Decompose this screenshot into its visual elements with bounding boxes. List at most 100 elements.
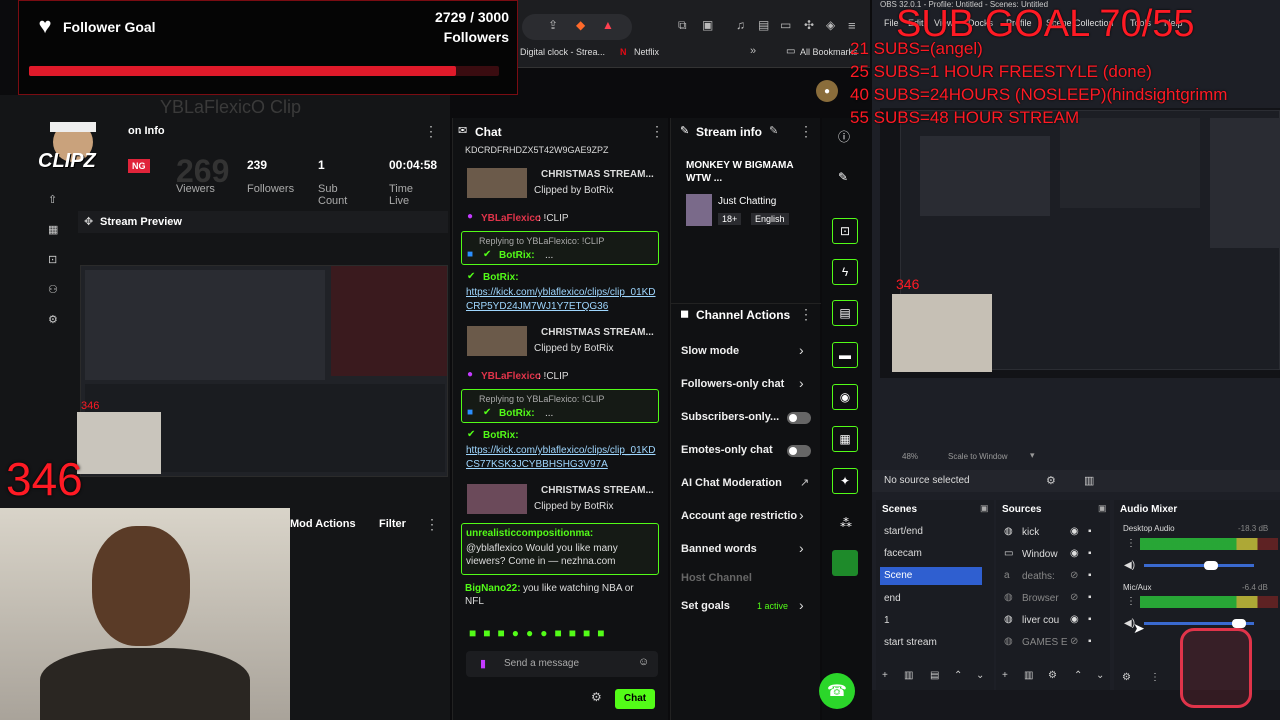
emoji-icon[interactable]: ☺	[638, 656, 649, 668]
stream-info-kebab-icon[interactable]: ⋮	[799, 123, 813, 140]
vpn-icon[interactable]: ◈	[826, 18, 835, 32]
chevron-double-icon[interactable]: »	[750, 45, 756, 57]
scene-scene[interactable]: Scene	[880, 567, 982, 585]
move-up-icon[interactable]: ⌃	[1074, 670, 1082, 681]
add-source-button[interactable]: +	[1002, 670, 1008, 681]
kebab-icon[interactable]: ⋮	[1126, 538, 1136, 549]
source-row[interactable]: ▭ Window ◉ ▪	[1002, 545, 1110, 563]
users-icon[interactable]: ⚇	[48, 283, 58, 296]
lock-icon[interactable]: ▪	[1088, 548, 1092, 559]
category-name[interactable]: Just Chatting	[718, 196, 776, 207]
emotes-only-toggle[interactable]	[787, 445, 811, 457]
drag-handle-icon[interactable]: ✥	[84, 215, 93, 228]
chat-username[interactable]: YBLaFlexico	[481, 370, 541, 383]
flash-tool-button[interactable]: ϟ	[832, 259, 858, 285]
clip-title[interactable]: CHRISTMAS STREAM...	[541, 484, 654, 497]
calendar-icon[interactable]: ▦	[48, 223, 58, 236]
dock-undock-icon[interactable]: ▣	[1098, 503, 1107, 514]
kebab-icon[interactable]: ⋮	[1126, 596, 1136, 607]
edit-icon[interactable]: ✎	[769, 124, 778, 137]
scale-select[interactable]: Scale to Window	[948, 452, 1008, 461]
edit-pencil-icon[interactable]: ✎	[838, 170, 848, 184]
clip-link[interactable]: https://kick.com/yblaflexico/clips/clip_…	[466, 286, 656, 314]
clip-title[interactable]: CHRISTMAS STREAM...	[541, 326, 654, 339]
puzzle-icon[interactable]: ✣	[804, 18, 814, 32]
volume-slider[interactable]	[1144, 561, 1254, 570]
move-down-icon[interactable]: ⌄	[1096, 670, 1104, 681]
source-row[interactable]: ◍ liver cou ◉ ▪	[1002, 611, 1110, 629]
action-followers-only[interactable]: Followers-only chat ›	[671, 374, 821, 396]
scene-1[interactable]: 1	[880, 612, 982, 630]
volume-slider-thumb[interactable]	[1204, 561, 1218, 570]
action-set-goals[interactable]: Set goals 1 active ›	[671, 596, 821, 618]
move-up-icon[interactable]: ⌃	[954, 670, 962, 681]
chat-kebab-icon[interactable]: ⋮	[650, 123, 664, 140]
eye-icon[interactable]: ◉	[1070, 548, 1079, 559]
promo-user[interactable]: unrealisticcompositionma:	[466, 527, 593, 540]
action-slow-mode[interactable]: Slow mode ›	[671, 341, 821, 363]
zoom-level[interactable]: 48%	[902, 452, 918, 461]
source-row[interactable]: ◍ Browser ⊘ ▪	[1002, 589, 1110, 607]
clip-link[interactable]: https://kick.com/yblaflexico/clips/clip_…	[466, 444, 656, 472]
eye-icon[interactable]: ◉	[1070, 614, 1079, 625]
volume-slider-thumb[interactable]	[1232, 619, 1246, 628]
move-down-icon[interactable]: ⌄	[976, 670, 984, 681]
brave-shield-icon[interactable]: ◆	[576, 18, 585, 32]
remove-scene-button[interactable]: ▥	[904, 670, 913, 681]
sidebar-icon[interactable]: ▤	[758, 18, 769, 32]
scene-filter-button[interactable]: ▤	[930, 670, 939, 681]
reply-user[interactable]: BotRix:	[499, 249, 535, 262]
moderation-icon[interactable]: ⊡	[48, 253, 57, 266]
reply-user[interactable]: BotRix:	[499, 407, 535, 420]
action-account-age[interactable]: Account age restrictio ›	[671, 506, 821, 528]
lock-icon[interactable]: ▪	[1088, 570, 1092, 581]
source-filter-icon[interactable]: ▥	[1084, 474, 1094, 487]
notes-tool-button[interactable]: ▤	[832, 300, 858, 326]
session-kebab-icon[interactable]: ⋮	[424, 123, 438, 140]
rewards-icon[interactable]: ▲	[602, 18, 614, 32]
source-row[interactable]: ◍ kick ◉ ▪	[1002, 523, 1110, 541]
channel-actions-kebab-icon[interactable]: ⋮	[799, 306, 813, 323]
mic-icon[interactable]: ▮	[480, 657, 486, 670]
wallet-icon[interactable]: ▣	[702, 18, 713, 32]
bookmark-digital-clock[interactable]: Digital clock - Strea...	[520, 47, 605, 57]
profile-avatar[interactable]: ●	[816, 80, 838, 102]
bot-user[interactable]: BotRix:	[483, 271, 519, 284]
settings-icon[interactable]: ⚙	[48, 313, 58, 326]
wrench-tool-button[interactable]: ✦	[832, 468, 858, 494]
chat-tool-button[interactable]: ▬	[832, 342, 858, 368]
bookmark-netflix[interactable]: Netflix	[634, 47, 659, 57]
add-scene-button[interactable]: +	[882, 670, 888, 681]
eye-off-icon[interactable]: ⊘	[1070, 570, 1078, 581]
emote-icon[interactable]: ■■■●●●■■■■	[469, 626, 611, 640]
clip-thumbnail[interactable]	[467, 326, 527, 356]
share-icon[interactable]: ⇪	[548, 18, 558, 32]
scene-end[interactable]: end	[880, 590, 982, 608]
lock-icon[interactable]: ▪	[1088, 592, 1092, 603]
source-gear-icon[interactable]: ⚙	[1046, 474, 1056, 487]
chat-input[interactable]: ▮ Send a message ☺	[466, 651, 658, 677]
clip-thumbnail[interactable]	[467, 484, 527, 514]
source-properties-icon[interactable]: ⚙	[1048, 670, 1057, 681]
chevron-down-icon[interactable]: ▾	[1030, 450, 1035, 461]
speaker-icon[interactable]: ◀)	[1124, 560, 1135, 571]
app-tile-button[interactable]	[832, 550, 858, 576]
upload-icon[interactable]: ⇧	[48, 193, 57, 206]
clips-tool-button[interactable]: ▦	[832, 426, 858, 452]
lock-icon[interactable]: ▪	[1088, 636, 1092, 647]
eye-icon[interactable]: ◉	[1070, 526, 1079, 537]
remove-source-button[interactable]: ▥	[1024, 670, 1033, 681]
action-ai-moderation[interactable]: AI Chat Moderation ↗	[671, 473, 821, 495]
info-icon[interactable]: ⓘ	[838, 128, 850, 145]
lock-icon[interactable]: ▪	[1088, 614, 1092, 625]
filter-button[interactable]: Filter	[379, 518, 406, 530]
eye-off-icon[interactable]: ⊘	[1070, 636, 1078, 647]
extensions-icon[interactable]: ⧉	[678, 18, 687, 33]
bot-user[interactable]: BotRix:	[483, 429, 519, 442]
clip-title[interactable]: CHRISTMAS STREAM...	[541, 168, 654, 181]
source-row[interactable]: ◍ GAMES E ⊘ ▪	[1002, 633, 1110, 651]
share-nodes-icon[interactable]: ⁂	[840, 516, 852, 530]
lock-icon[interactable]: ▪	[1088, 526, 1092, 537]
dock-undock-icon[interactable]: ▣	[980, 503, 989, 514]
moderation-tool-button[interactable]: ⊡	[832, 218, 858, 244]
